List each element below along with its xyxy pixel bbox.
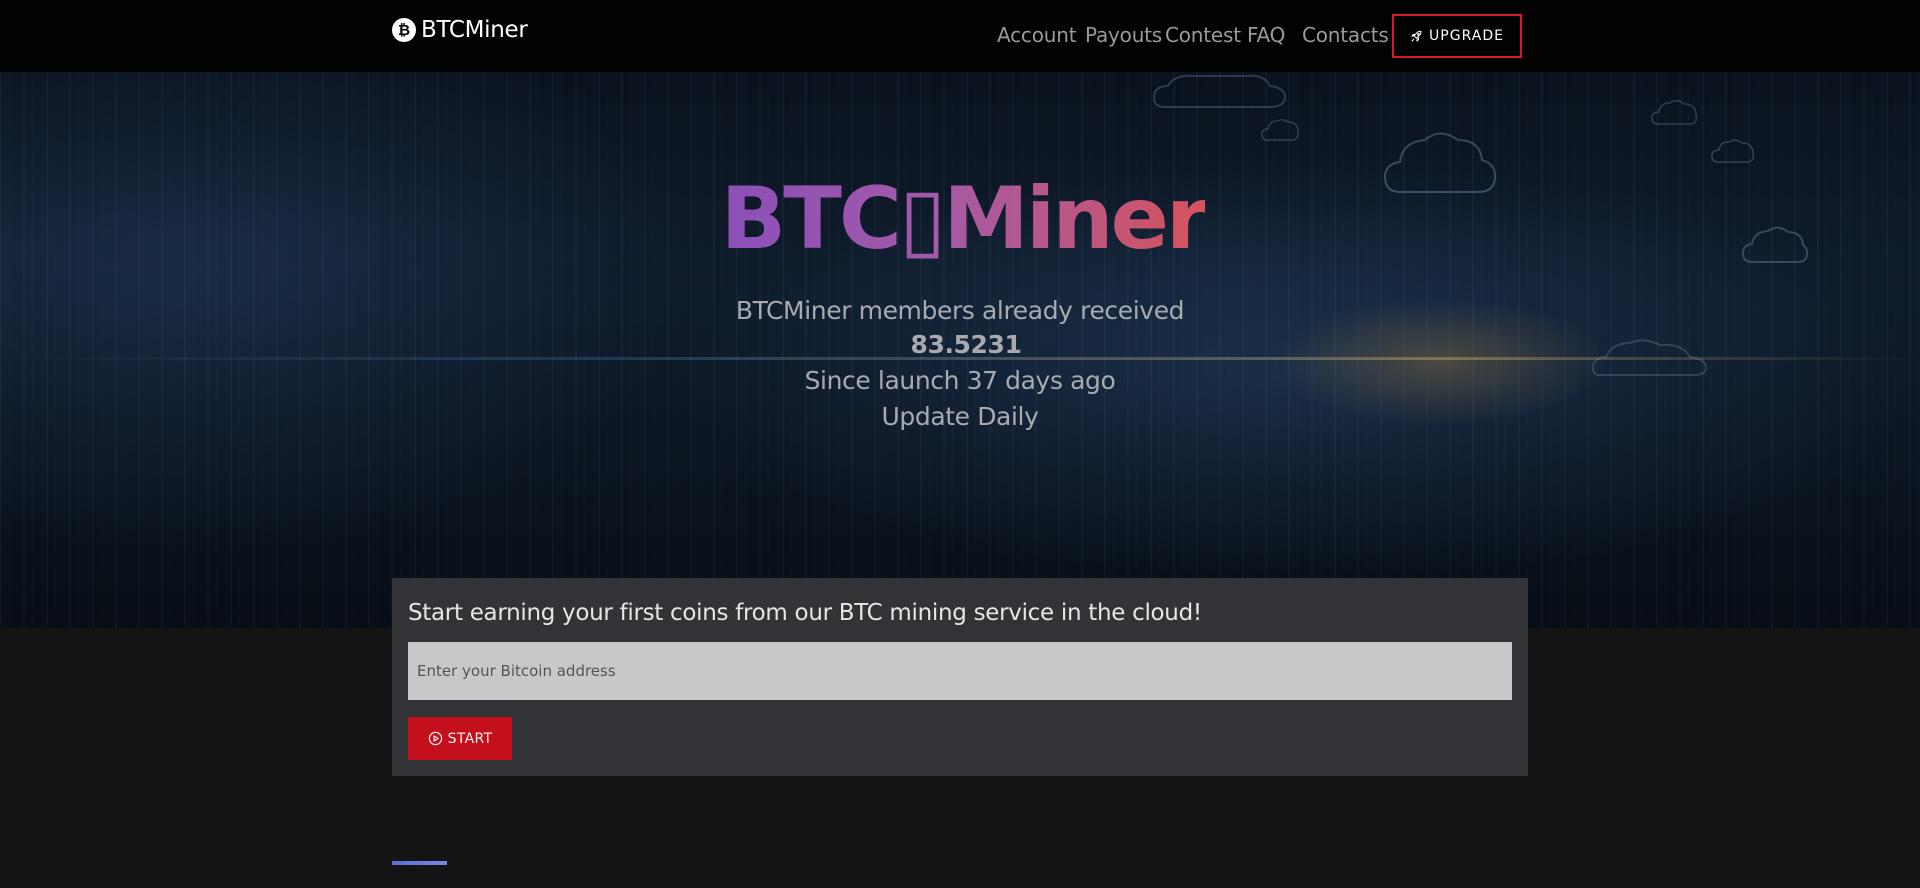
play-circle-icon xyxy=(428,731,442,746)
nav-link-payouts[interactable]: Payouts xyxy=(1085,23,1162,47)
hero-logo-text: BTC▯Miner xyxy=(720,169,1209,269)
section-divider-accent xyxy=(392,861,447,865)
top-navbar: ₿ BTCMiner Account Payouts Contest FAQ C… xyxy=(0,0,1920,72)
start-button[interactable]: START xyxy=(408,717,512,760)
rocket-icon xyxy=(1411,30,1422,41)
received-amount: 83.5231 xyxy=(910,330,1022,359)
bitcoin-address-input[interactable] xyxy=(408,642,1512,700)
signup-heading: Start earning your first coins from our … xyxy=(408,600,1202,626)
update-text: Update Daily xyxy=(881,402,1039,431)
nav-link-faq[interactable]: FAQ xyxy=(1247,23,1285,47)
nav-link-account[interactable]: Account xyxy=(997,23,1077,47)
start-label: START xyxy=(447,730,493,747)
hero-banner: BTC▯Miner BTCMiner members already recei… xyxy=(0,72,1920,628)
nav-link-contest[interactable]: Contest xyxy=(1165,23,1241,47)
launch-text: Since launch 37 days ago xyxy=(804,366,1116,395)
hero-logo: BTC▯Miner xyxy=(721,174,1209,264)
nav-links: Account Payouts Contest FAQ Contacts UPG… xyxy=(0,0,1920,72)
received-text: BTCMiner members already received xyxy=(735,296,1185,325)
upgrade-label: UPGRADE xyxy=(1429,28,1504,44)
upgrade-button[interactable]: UPGRADE xyxy=(1392,14,1522,58)
signup-card: Start earning your first coins from our … xyxy=(392,578,1528,776)
nav-link-contacts[interactable]: Contacts xyxy=(1302,23,1389,47)
